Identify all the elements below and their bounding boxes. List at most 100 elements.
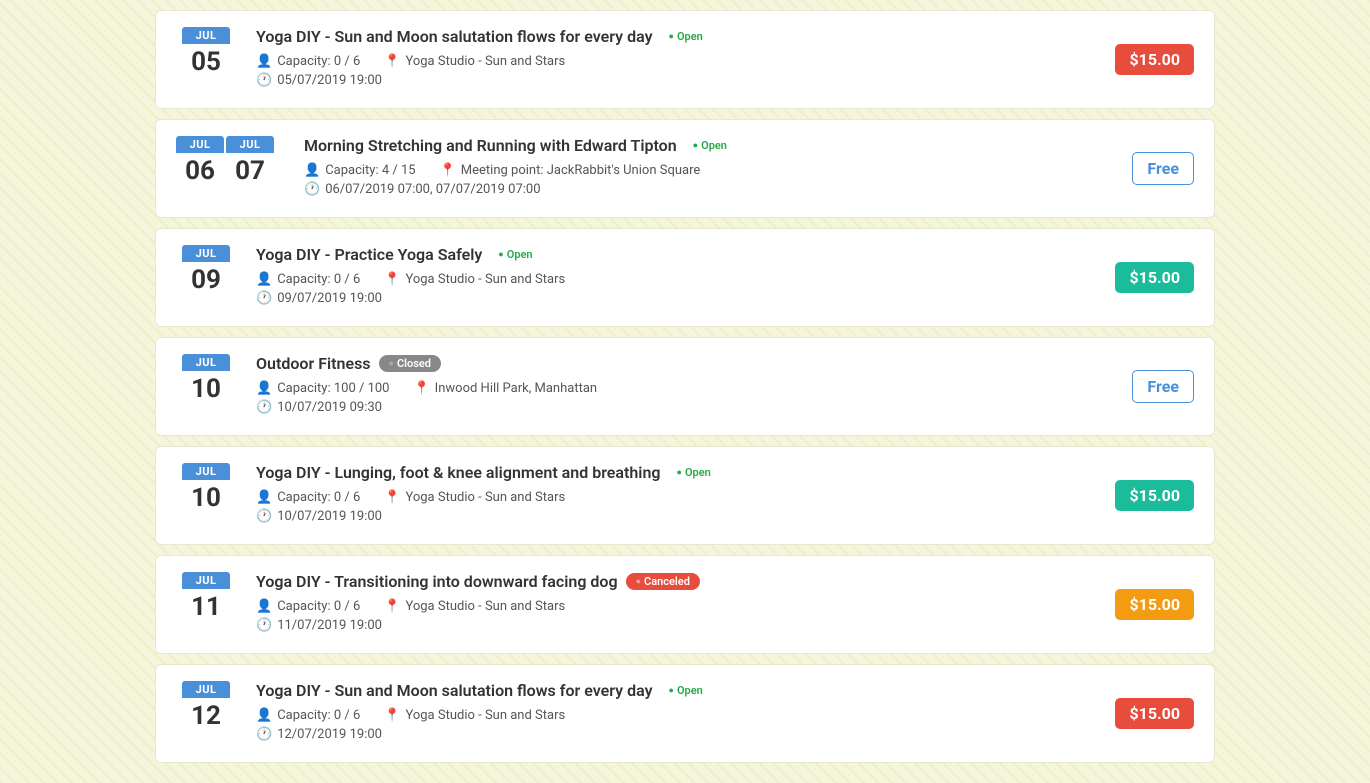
location-text: Yoga Studio - Sun and Stars bbox=[405, 490, 565, 505]
event-meta-capacity: 👤 Capacity: 0 / 6 📍 Yoga Studio - Sun an… bbox=[256, 599, 1095, 614]
month-label: JUL bbox=[182, 354, 230, 371]
capacity-item: 👤 Capacity: 0 / 6 bbox=[256, 599, 360, 614]
event-price: $15.00 bbox=[1115, 268, 1194, 287]
event-details: Yoga DIY - Transitioning into downward f… bbox=[256, 572, 1095, 637]
event-card[interactable]: JUL 10 Yoga DIY - Lunging, foot & knee a… bbox=[155, 446, 1215, 545]
location-icon: 📍 bbox=[384, 490, 400, 505]
date-block: JUL 05 bbox=[182, 27, 230, 79]
month-label: JUL bbox=[182, 245, 230, 262]
clock-icon: 🕐 bbox=[256, 727, 272, 742]
month-label: JUL bbox=[182, 27, 230, 44]
price-badge-orange: $15.00 bbox=[1115, 589, 1194, 620]
day-number: 10 bbox=[182, 371, 230, 406]
event-title-row: Yoga DIY - Sun and Moon salutation flows… bbox=[256, 27, 1095, 46]
capacity-text: Capacity: 100 / 100 bbox=[277, 381, 389, 396]
datetime-text: 11/07/2019 19:00 bbox=[277, 618, 382, 633]
date-badge: JUL 10 bbox=[176, 463, 236, 515]
person-icon: 👤 bbox=[256, 272, 272, 287]
date-block-end: JUL 07 bbox=[226, 136, 274, 188]
datetime-text: 10/07/2019 19:00 bbox=[277, 509, 382, 524]
day-number: 11 bbox=[182, 589, 230, 624]
event-card[interactable]: JUL 11 Yoga DIY - Transitioning into dow… bbox=[155, 555, 1215, 654]
datetime-item: 🕐 12/07/2019 19:00 bbox=[256, 727, 382, 742]
person-icon: 👤 bbox=[256, 54, 272, 69]
event-title-row: Morning Stretching and Running with Edwa… bbox=[304, 136, 1112, 155]
location-text: Yoga Studio - Sun and Stars bbox=[405, 272, 565, 287]
person-icon: 👤 bbox=[304, 163, 320, 178]
price-badge-teal: $15.00 bbox=[1115, 262, 1194, 293]
event-card[interactable]: JUL 09 Yoga DIY - Practice Yoga Safely O… bbox=[155, 228, 1215, 327]
event-title: Yoga DIY - Transitioning into downward f… bbox=[256, 572, 618, 591]
price-badge-free: Free bbox=[1132, 152, 1194, 185]
date-block: JUL 11 bbox=[182, 572, 230, 624]
day-number-2: 07 bbox=[226, 153, 274, 188]
day-number: 05 bbox=[182, 44, 230, 79]
status-badge-canceled: Canceled bbox=[626, 573, 700, 590]
event-meta-capacity: 👤 Capacity: 4 / 15 📍 Meeting point: Jack… bbox=[304, 163, 1112, 178]
event-card[interactable]: JUL 05 Yoga DIY - Sun and Moon salutatio… bbox=[155, 10, 1215, 109]
event-details: Yoga DIY - Lunging, foot & knee alignmen… bbox=[256, 463, 1095, 528]
event-details: Outdoor Fitness Closed 👤 Capacity: 100 /… bbox=[256, 354, 1112, 419]
location-text: Inwood Hill Park, Manhattan bbox=[435, 381, 597, 396]
price-badge-red: $15.00 bbox=[1115, 698, 1194, 729]
date-badge: JUL 11 bbox=[176, 572, 236, 624]
date-block-start: JUL 06 bbox=[176, 136, 224, 188]
event-meta-datetime: 🕐 09/07/2019 19:00 bbox=[256, 291, 1095, 306]
event-card[interactable]: JUL 12 Yoga DIY - Sun and Moon salutatio… bbox=[155, 664, 1215, 763]
date-badge: JUL 10 bbox=[176, 354, 236, 406]
datetime-item: 🕐 10/07/2019 09:30 bbox=[256, 400, 382, 415]
event-card[interactable]: JUL 06 JUL 07 Morning Stretching and Run… bbox=[155, 119, 1215, 218]
event-title-row: Yoga DIY - Sun and Moon salutation flows… bbox=[256, 681, 1095, 700]
day-number: 06 bbox=[176, 153, 224, 188]
location-text: Yoga Studio - Sun and Stars bbox=[405, 599, 565, 614]
date-badge: JUL 09 bbox=[176, 245, 236, 297]
price-badge-red: $15.00 bbox=[1115, 44, 1194, 75]
location-item: 📍 Yoga Studio - Sun and Stars bbox=[384, 599, 565, 614]
datetime-item: 🕐 06/07/2019 07:00, 07/07/2019 07:00 bbox=[304, 182, 541, 197]
datetime-item: 🕐 10/07/2019 19:00 bbox=[256, 509, 382, 524]
date-block: JUL 10 bbox=[182, 463, 230, 515]
capacity-text: Capacity: 0 / 6 bbox=[277, 54, 360, 69]
event-meta-capacity: 👤 Capacity: 0 / 6 📍 Yoga Studio - Sun an… bbox=[256, 54, 1095, 69]
status-badge-open: Open bbox=[661, 682, 711, 699]
month-label: JUL bbox=[182, 463, 230, 480]
capacity-item: 👤 Capacity: 4 / 15 bbox=[304, 163, 416, 178]
event-meta-datetime: 🕐 10/07/2019 09:30 bbox=[256, 400, 1112, 415]
event-title-row: Outdoor Fitness Closed bbox=[256, 354, 1112, 373]
event-meta-datetime: 🕐 05/07/2019 19:00 bbox=[256, 73, 1095, 88]
person-icon: 👤 bbox=[256, 490, 272, 505]
clock-icon: 🕐 bbox=[256, 73, 272, 88]
person-icon: 👤 bbox=[256, 381, 272, 396]
month-label: JUL bbox=[176, 136, 224, 153]
location-item: 📍 Inwood Hill Park, Manhattan bbox=[413, 381, 597, 396]
datetime-item: 🕐 11/07/2019 19:00 bbox=[256, 618, 382, 633]
event-title: Yoga DIY - Sun and Moon salutation flows… bbox=[256, 681, 653, 700]
event-price: Free bbox=[1132, 159, 1194, 178]
event-title: Yoga DIY - Practice Yoga Safely bbox=[256, 245, 482, 264]
location-icon: 📍 bbox=[384, 599, 400, 614]
location-icon: 📍 bbox=[384, 708, 400, 723]
event-title: Yoga DIY - Sun and Moon salutation flows… bbox=[256, 27, 653, 46]
status-badge-open: Open bbox=[661, 28, 711, 45]
clock-icon: 🕐 bbox=[256, 291, 272, 306]
event-meta-datetime: 🕐 11/07/2019 19:00 bbox=[256, 618, 1095, 633]
location-item: 📍 Yoga Studio - Sun and Stars bbox=[384, 708, 565, 723]
day-number: 12 bbox=[182, 698, 230, 733]
capacity-text: Capacity: 4 / 15 bbox=[325, 163, 415, 178]
datetime-item: 🕐 09/07/2019 19:00 bbox=[256, 291, 382, 306]
event-price: $15.00 bbox=[1115, 50, 1194, 69]
event-details: Yoga DIY - Sun and Moon salutation flows… bbox=[256, 681, 1095, 746]
status-badge-open: Open bbox=[685, 137, 735, 154]
location-icon: 📍 bbox=[384, 54, 400, 69]
capacity-item: 👤 Capacity: 0 / 6 bbox=[256, 54, 360, 69]
event-price: Free bbox=[1132, 377, 1194, 396]
event-title-row: Yoga DIY - Lunging, foot & knee alignmen… bbox=[256, 463, 1095, 482]
capacity-text: Capacity: 0 / 6 bbox=[277, 599, 360, 614]
event-details: Yoga DIY - Sun and Moon salutation flows… bbox=[256, 27, 1095, 92]
price-badge-teal: $15.00 bbox=[1115, 480, 1194, 511]
event-card[interactable]: JUL 10 Outdoor Fitness Closed 👤 Capacity… bbox=[155, 337, 1215, 436]
location-item: 📍 Meeting point: JackRabbit's Union Squa… bbox=[440, 163, 701, 178]
day-number: 09 bbox=[182, 262, 230, 297]
location-item: 📍 Yoga Studio - Sun and Stars bbox=[384, 272, 565, 287]
location-icon: 📍 bbox=[413, 381, 429, 396]
